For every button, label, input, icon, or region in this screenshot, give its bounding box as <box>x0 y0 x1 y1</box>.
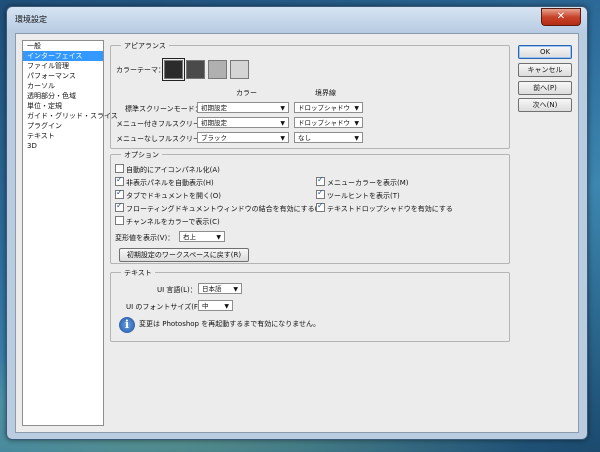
ui-font-size-select[interactable]: 中 ▼ <box>198 300 233 311</box>
sidebar-item[interactable]: 単位・定規 <box>23 101 103 111</box>
checkbox-box[interactable] <box>316 201 325 212</box>
text-group: テキスト UI 言語(L)： 日本語 ▼ UI のフォントサイズ(F)： 中 ▼ i… <box>110 268 510 342</box>
appearance-legend: アピアランス <box>121 41 169 51</box>
menu-fullscreen-border-select[interactable]: ドロップシャドウ ▼ <box>294 117 363 128</box>
options-group: オプション 自動的にアイコンパネル化(A) 非表示パネルを自動表示(H) タブで… <box>110 150 510 264</box>
options-legend: オプション <box>121 150 162 160</box>
ui-font-size-label: UI のフォントサイズ(F)： <box>126 303 208 311</box>
restart-notice: 変更は Photoshop を再起動するまで有効になりません。 <box>139 320 321 328</box>
select-value: 初期設定 <box>201 104 227 112</box>
checkbox-box[interactable] <box>316 188 325 199</box>
title-bar: 環境設定 ✕ <box>7 7 587 33</box>
select-value: 右上 <box>183 233 196 241</box>
preferences-window: 環境設定 ✕ 一般 インターフェイス ファイル管理 パフォーマンス カーソル 透明部分・色… <box>6 6 588 440</box>
checkbox-channels-in-color[interactable]: チャンネルをカラーで表示(C) <box>115 216 220 227</box>
info-icon: i <box>119 317 135 333</box>
checkbox-auto-show-hidden[interactable]: 非表示パネルを自動表示(H) <box>115 175 214 188</box>
chevron-down-icon: ▼ <box>354 135 359 142</box>
select-value: ドロップシャドウ <box>298 119 350 127</box>
theme-swatch-3[interactable] <box>208 60 227 79</box>
chevron-down-icon: ▼ <box>280 120 285 127</box>
color-theme-label: カラーテーマ： <box>116 66 165 74</box>
checkbox-label: タブでドキュメントを開く(O) <box>126 192 221 200</box>
select-value: 日本語 <box>202 285 222 293</box>
checkbox-box[interactable] <box>115 164 124 173</box>
standard-screen-label: 標準スクリーンモード： <box>125 105 202 113</box>
checkbox-open-as-tabs[interactable]: タブでドキュメントを開く(O) <box>115 188 221 201</box>
sidebar-item[interactable]: プラグイン <box>23 121 103 131</box>
checkbox-label: テキストドロップシャドウを有効にする <box>327 205 453 213</box>
checkbox-label: チャンネルをカラーで表示(C) <box>126 218 220 226</box>
standard-screen-color-select[interactable]: 初期設定 ▼ <box>197 102 289 113</box>
reset-workspace-button[interactable]: 初期設定のワークスペースに戻す(R) <box>119 248 249 262</box>
checkbox-label: メニューカラーを表示(M) <box>327 179 409 187</box>
border-column-header: 境界線 <box>315 89 336 97</box>
select-value: 初期設定 <box>201 119 227 127</box>
select-value: ドロップシャドウ <box>298 104 350 112</box>
ok-button[interactable]: OK <box>518 45 572 59</box>
theme-swatch-1[interactable] <box>162 58 185 81</box>
window-title: 環境設定 <box>15 15 47 24</box>
checkbox-menu-colors[interactable]: メニューカラーを表示(M) <box>316 175 409 188</box>
theme-swatch-2[interactable] <box>186 60 205 79</box>
checkbox-box[interactable] <box>115 201 124 212</box>
transform-values-label: 変形値を表示(V)： <box>115 234 175 242</box>
ui-language-select[interactable]: 日本語 ▼ <box>198 283 242 294</box>
sidebar-item[interactable]: 3D <box>23 141 103 151</box>
sidebar-item[interactable]: 一般 <box>23 41 103 51</box>
checkbox-tooltips[interactable]: ツールヒントを表示(T) <box>316 188 400 201</box>
select-value: 中 <box>202 302 209 310</box>
standard-screen-border-select[interactable]: ドロップシャドウ ▼ <box>294 102 363 113</box>
select-value: ブラック <box>201 134 227 142</box>
checkbox-box[interactable] <box>115 216 124 225</box>
chevron-down-icon: ▼ <box>354 105 359 112</box>
chevron-down-icon: ▼ <box>233 286 238 293</box>
sidebar-item[interactable]: インターフェイス <box>23 51 103 61</box>
ui-language-label: UI 言語(L)： <box>157 286 197 294</box>
close-icon[interactable]: ✕ <box>541 8 581 26</box>
checkbox-label: フローティングドキュメントウィンドウの結合を有効にする(D) <box>126 205 326 213</box>
category-list: 一般 インターフェイス ファイル管理 パフォーマンス カーソル 透明部分・色域 単位・定規ガ… <box>22 40 118 426</box>
theme-swatch-4[interactable] <box>230 60 249 79</box>
prev-button[interactable]: 前へ(P) <box>518 81 572 95</box>
checkbox-box[interactable] <box>316 175 325 186</box>
sidebar-item[interactable]: テキスト <box>23 131 103 141</box>
next-button[interactable]: 次へ(N) <box>518 98 572 112</box>
chevron-down-icon: ▼ <box>280 105 285 112</box>
chevron-down-icon: ▼ <box>280 135 285 142</box>
sidebar-item[interactable]: 透明部分・色域 <box>23 91 103 101</box>
checkbox-label: ツールヒントを表示(T) <box>327 192 400 200</box>
appearance-group: アピアランス カラーテーマ： カラー 境界線 標準スクリーンモード： 初期設定 ▼… <box>110 41 510 149</box>
checkbox-box[interactable] <box>115 188 124 199</box>
menu-fullscreen-color-select[interactable]: 初期設定 ▼ <box>197 117 289 128</box>
sidebar-item[interactable]: ファイル管理 <box>23 61 103 71</box>
sidebar-item[interactable]: パフォーマンス <box>23 71 103 81</box>
checkbox-box[interactable] <box>115 175 124 186</box>
checkbox-floating-docking[interactable]: フローティングドキュメントウィンドウの結合を有効にする(D) <box>115 201 326 214</box>
chevron-down-icon: ▼ <box>224 303 229 310</box>
checkbox-text-drop-shadow[interactable]: テキストドロップシャドウを有効にする <box>316 201 453 214</box>
sidebar-item[interactable]: カーソル <box>23 81 103 91</box>
chevron-down-icon: ▼ <box>354 120 359 127</box>
sidebar-item[interactable]: ガイド・グリッド・スライス <box>23 111 118 121</box>
dialog-body: 一般 インターフェイス ファイル管理 パフォーマンス カーソル 透明部分・色域 単位・定規ガ… <box>15 33 579 433</box>
cancel-button[interactable]: キャンセル <box>518 63 572 77</box>
fullscreen-color-select[interactable]: ブラック ▼ <box>197 132 289 143</box>
checkbox-label: 非表示パネルを自動表示(H) <box>126 179 214 187</box>
checkbox-label: 自動的にアイコンパネル化(A) <box>126 166 220 174</box>
transform-values-select[interactable]: 右上 ▼ <box>179 231 225 242</box>
text-legend: テキスト <box>121 268 155 278</box>
fullscreen-border-select[interactable]: なし ▼ <box>294 132 363 143</box>
chevron-down-icon: ▼ <box>216 234 221 241</box>
checkbox-auto-collapse[interactable]: 自動的にアイコンパネル化(A) <box>115 164 220 175</box>
select-value: なし <box>298 134 311 142</box>
color-column-header: カラー <box>236 89 257 97</box>
